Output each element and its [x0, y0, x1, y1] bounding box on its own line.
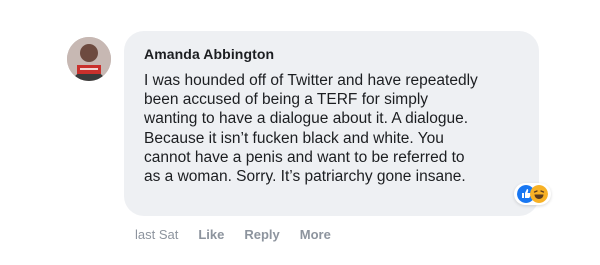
- comment-author[interactable]: Amanda Abbington: [144, 46, 525, 62]
- profile-photo-icon: [67, 37, 111, 81]
- more-button[interactable]: More: [300, 227, 331, 242]
- avatar[interactable]: [67, 37, 111, 81]
- comment-timestamp[interactable]: last Sat: [135, 227, 178, 242]
- reaction-summary[interactable]: [514, 183, 551, 205]
- comment-actions: last Sat Like Reply More: [135, 227, 331, 242]
- comment-bubble: Amanda Abbington I was hounded off of Tw…: [124, 31, 551, 216]
- reply-button[interactable]: Reply: [244, 227, 279, 242]
- like-button[interactable]: Like: [198, 227, 224, 242]
- comment-text: I was hounded off of Twitter and have re…: [144, 72, 478, 186]
- laugh-icon: [530, 185, 548, 203]
